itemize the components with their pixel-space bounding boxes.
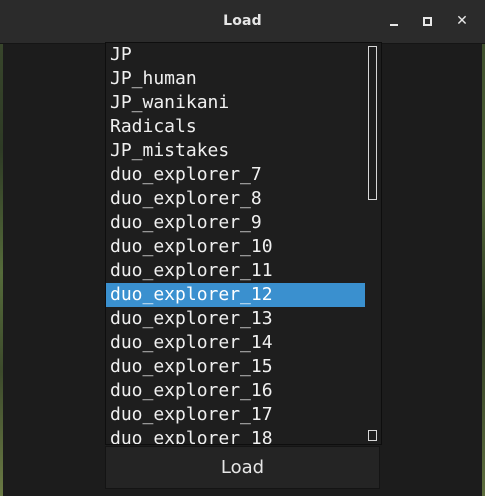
list-item[interactable]: duo_explorer_15 (106, 355, 365, 379)
maximize-icon[interactable] (416, 10, 438, 32)
list-item[interactable]: duo_explorer_9 (106, 211, 365, 235)
list-item[interactable]: duo_explorer_7 (106, 163, 365, 187)
minimize-icon[interactable] (383, 10, 405, 32)
scrollbar[interactable] (368, 45, 377, 441)
load-button[interactable]: Load (105, 446, 380, 489)
list-item[interactable]: JP_wanikani (106, 91, 365, 115)
list-item[interactable]: duo_explorer_10 (106, 235, 365, 259)
list-item[interactable]: duo_explorer_8 (106, 187, 365, 211)
load-dialog: Load ✕ JP JP_human JP_wanikani Radicals JP_m… (0, 0, 485, 496)
desktop-background-left (0, 0, 3, 496)
title-bar[interactable]: Load ✕ (0, 0, 485, 44)
list-item[interactable]: JP (106, 43, 365, 67)
list-item[interactable]: duo_explorer_17 (106, 403, 365, 427)
list-item-selected[interactable]: duo_explorer_12 (106, 283, 365, 307)
list-item[interactable]: duo_explorer_11 (106, 259, 365, 283)
list-item[interactable]: Radicals (106, 115, 365, 139)
list-item[interactable]: duo_explorer_16 (106, 379, 365, 403)
list-item[interactable]: JP_mistakes (106, 139, 365, 163)
file-list[interactable]: JP JP_human JP_wanikani Radicals JP_mistakes… (105, 42, 382, 445)
list-item[interactable]: duo_explorer_18 (106, 427, 365, 444)
window-title: Load (223, 13, 262, 29)
list-item[interactable]: JP_human (106, 67, 365, 91)
list-item[interactable]: duo_explorer_13 (106, 307, 365, 331)
scrollbar-thumb[interactable] (368, 46, 377, 200)
list-item[interactable]: duo_explorer_14 (106, 331, 365, 355)
close-icon[interactable]: ✕ (451, 10, 473, 32)
scrollbar-end-button[interactable] (368, 430, 377, 441)
